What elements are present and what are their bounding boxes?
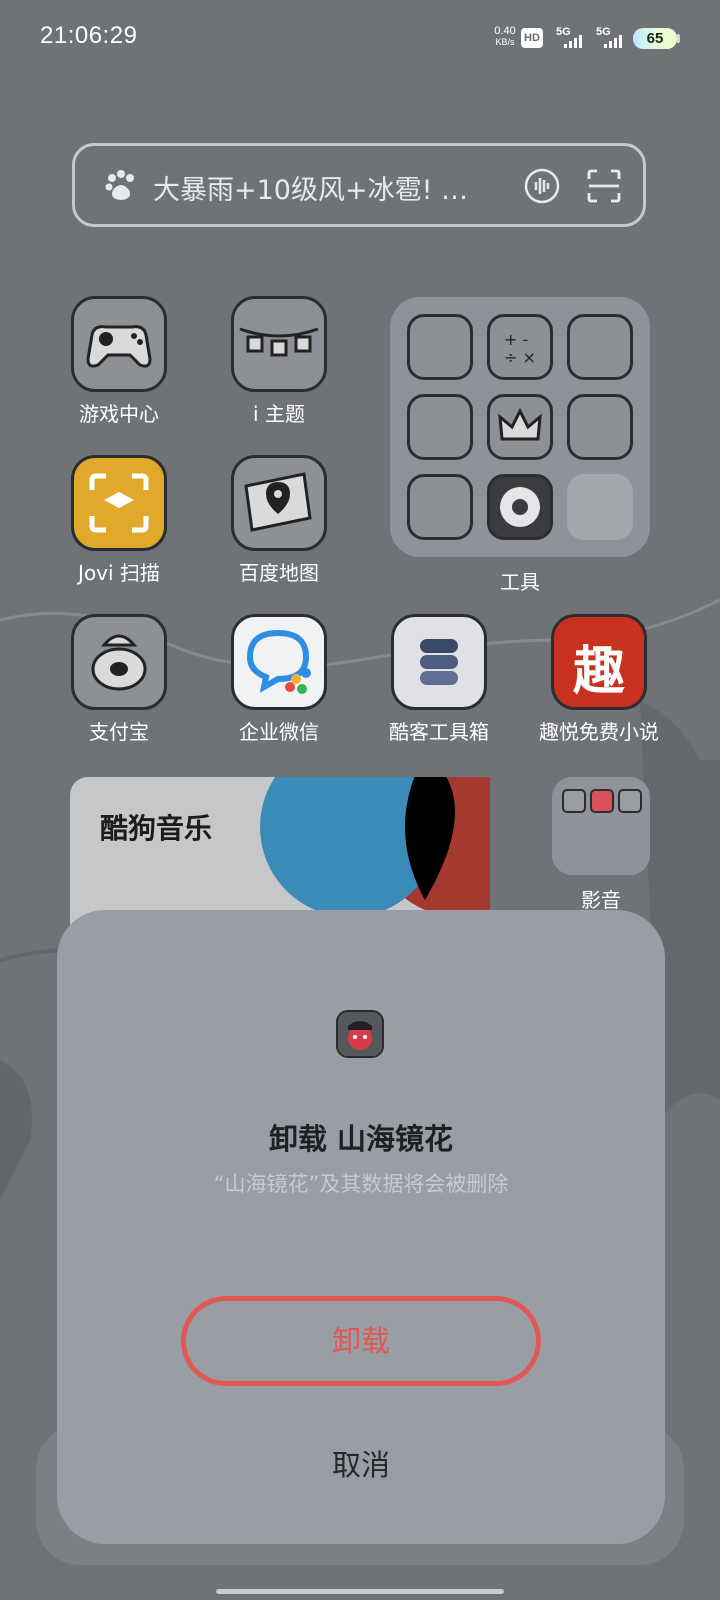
network-speed-unit: KB/s <box>495 37 515 47</box>
theme-icon <box>231 296 327 392</box>
baidu-paw-icon <box>105 170 134 200</box>
folder-more-apps-icon[interactable] <box>567 474 633 540</box>
app-wecom[interactable]: 企业微信 <box>204 614 354 745</box>
dialog-subtitle: “山海镜花”及其数据将会被删除 <box>213 1172 509 1196</box>
folder-app-files-icon[interactable] <box>407 314 473 380</box>
app-label: 游戏中心 <box>79 402 159 426</box>
app-label: 支付宝 <box>89 720 149 744</box>
app-icon <box>336 1010 384 1058</box>
novel-glyph: 趣 <box>572 642 625 702</box>
signal-sim1-icon: 5G <box>556 26 586 50</box>
media-folder[interactable] <box>552 777 650 875</box>
svg-text:÷ ×: ÷ × <box>504 348 536 367</box>
kugou-widget-title: 酷狗音乐 <box>100 812 213 845</box>
cancel-button[interactable]: 取消 <box>181 1430 541 1500</box>
signal-sim2-icon: 5G <box>596 26 626 50</box>
app-label: 企业微信 <box>239 720 319 744</box>
uninstall-dialog: 卸载 山海镜花 “山海镜花”及其数据将会被删除 卸载 取消 <box>57 910 665 1544</box>
jovi-scan-icon <box>71 455 167 551</box>
search-query-text[interactable]: 大暴雨+10级风+冰雹! … <box>153 168 553 207</box>
tools-folder[interactable]: + - ÷ × <box>390 297 650 557</box>
app-alipay[interactable]: 支付宝 <box>44 614 194 745</box>
folder-app-compass-icon[interactable] <box>407 474 473 540</box>
battery-icon: 65 <box>633 28 677 49</box>
network-speed: 0.40 KB/s <box>488 26 522 48</box>
folder-app-calculator-icon[interactable]: + - ÷ × <box>487 314 553 380</box>
scan-icon[interactable] <box>585 167 623 205</box>
uninstall-button[interactable]: 卸载 <box>181 1296 541 1386</box>
media-folder-label: 影音 <box>581 888 621 912</box>
tools-folder-label: 工具 <box>500 570 540 594</box>
app-i-theme[interactable]: i 主题 <box>204 296 354 427</box>
app-label: Jovi 扫描 <box>78 561 160 585</box>
search-bar[interactable]: 大暴雨+10级风+冰雹! … <box>72 143 646 227</box>
toolbox-icon <box>391 614 487 710</box>
svg-text:+ -: + - <box>504 330 528 349</box>
folder-app-remote-icon[interactable] <box>487 474 553 540</box>
folder-app-notes-icon[interactable] <box>567 314 633 380</box>
app-game-center[interactable]: 游戏中心 <box>44 296 194 427</box>
folder-app-weather-icon[interactable] <box>567 394 633 460</box>
home-indicator[interactable] <box>216 1589 504 1594</box>
app-kuke-toolbox[interactable]: 酷客工具箱 <box>364 614 514 745</box>
voice-icon[interactable] <box>523 167 561 205</box>
app-label: 酷客工具箱 <box>389 720 489 744</box>
status-time: 21:06:29 <box>40 22 138 49</box>
alipay-icon <box>71 614 167 710</box>
map-icon <box>231 455 327 551</box>
novel-icon: 趣 <box>551 614 647 710</box>
app-label: i 主题 <box>253 402 305 426</box>
app-label: 趣悦免费小说 <box>539 720 659 744</box>
gamepad-icon <box>71 296 167 392</box>
app-label: 百度地图 <box>239 561 319 585</box>
dialog-title: 卸载 山海镜花 <box>268 1122 454 1156</box>
app-quyue-novel[interactable]: 趣 趣悦免费小说 <box>524 614 674 745</box>
wecom-icon <box>231 614 327 710</box>
battery-tip <box>677 34 680 43</box>
folder-app-album-icon[interactable] <box>407 394 473 460</box>
status-bar: 21:06:29 0.40 KB/s HD 5G 5G 65 <box>0 0 720 80</box>
folder-app-crown-icon[interactable] <box>487 394 553 460</box>
hd-voice-icon: HD <box>521 28 543 48</box>
app-jovi-scan[interactable]: Jovi 扫描 <box>44 455 194 586</box>
app-baidu-map[interactable]: 百度地图 <box>204 455 354 586</box>
network-speed-value: 0.40 <box>494 25 516 37</box>
